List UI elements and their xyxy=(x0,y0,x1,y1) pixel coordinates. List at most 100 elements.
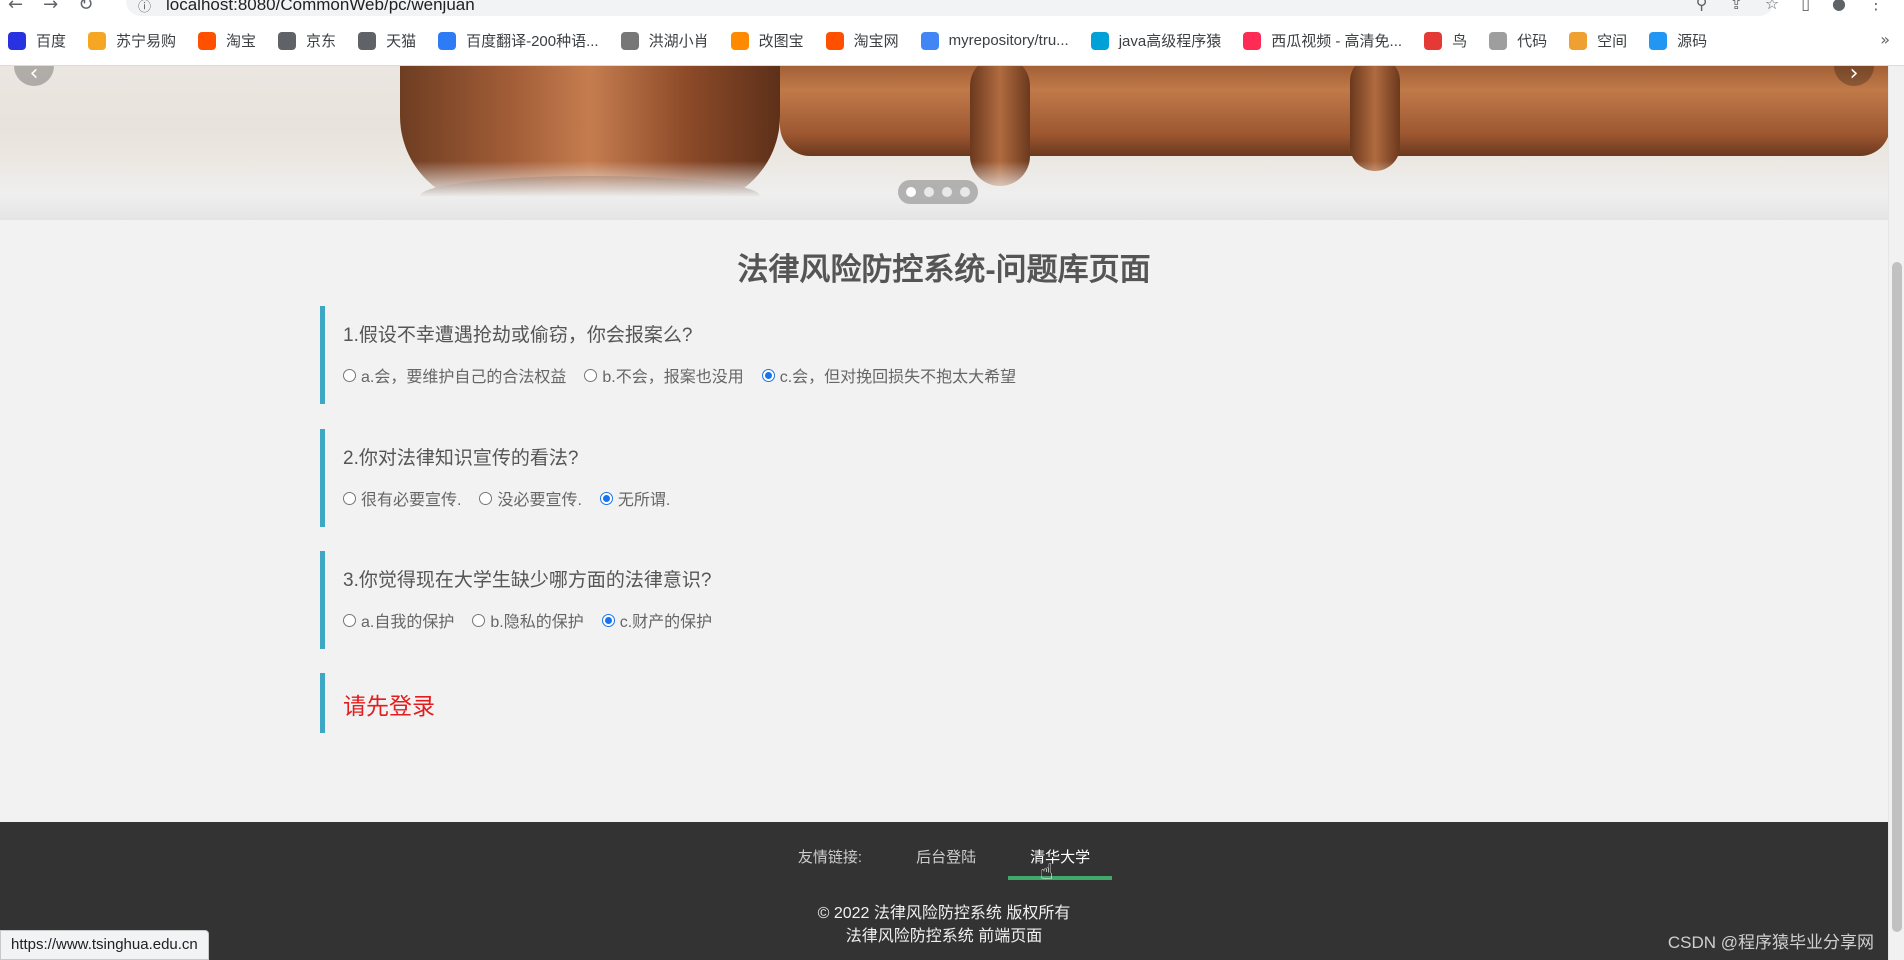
star-icon[interactable]: ☆ xyxy=(1765,0,1779,13)
question-text: 3.你觉得现在大学生缺少哪方面的法律意识? xyxy=(343,570,712,591)
share-icon[interactable]: ⇪ xyxy=(1729,0,1742,13)
bookmarks-overflow-icon[interactable]: » xyxy=(1880,30,1890,49)
footer-link-admin-login[interactable]: 后台登陆 xyxy=(916,846,976,867)
question-options: 很有必要宣传. 没必要宣传. 无所谓. xyxy=(343,486,1320,510)
answer-option[interactable]: c.财产的保护 xyxy=(601,608,713,632)
bookmark-favicon-icon xyxy=(1569,31,1588,50)
radio-button[interactable] xyxy=(599,491,613,505)
bookmark-favicon-icon xyxy=(1424,31,1443,50)
bookmark-favicon-icon xyxy=(920,31,939,50)
bookmark-label: 空间 xyxy=(1597,33,1628,50)
login-prompt-link[interactable]: 请先登录 xyxy=(343,687,435,721)
bookmark-item[interactable]: 改图宝 xyxy=(730,30,804,51)
carousel-dot[interactable] xyxy=(942,187,952,197)
login-prompt: 请先登录 xyxy=(320,673,435,733)
bookmark-item[interactable]: 鸟 xyxy=(1424,30,1467,51)
radio-button[interactable] xyxy=(472,613,486,627)
question-options: a.会，要维护自己的合法权益 b.不会，报案也没用 c.会，但对挽回损失不抱太大希望 xyxy=(343,363,1320,387)
bookmark-label: 西瓜视频 - 高清免... xyxy=(1271,33,1403,50)
bookmark-item[interactable]: myrepository/tru... xyxy=(920,31,1069,50)
answer-option-label: c.财产的保护 xyxy=(619,614,713,631)
bookmark-label: 淘宝 xyxy=(226,33,257,50)
carousel-dot[interactable] xyxy=(924,187,934,197)
bookmark-favicon-icon xyxy=(8,31,26,50)
answer-option[interactable]: a.自我的保护 xyxy=(343,608,454,632)
question-1: 1.假设不幸遭遇抢劫或偷窃，你会报案么? a.会，要维护自己的合法权益 b.不会，… xyxy=(320,306,1320,404)
address-bar[interactable]: ⓘ localhost:8080/CommonWeb/pc/wenjuan xyxy=(126,0,1774,16)
page-scrollbar[interactable] xyxy=(1888,66,1904,960)
bookmark-favicon-icon xyxy=(620,31,639,50)
radio-button[interactable] xyxy=(584,368,598,382)
answer-option-label: a.自我的保护 xyxy=(361,614,455,631)
radio-button[interactable] xyxy=(761,368,775,382)
bookmark-item[interactable]: 天猫 xyxy=(358,30,416,51)
bookmark-item[interactable]: 空间 xyxy=(1569,30,1627,51)
question-options: a.自我的保护 b.隐私的保护 c.财产的保护 xyxy=(343,608,1320,632)
bookmark-item[interactable]: 源码 xyxy=(1649,30,1707,51)
radio-button[interactable] xyxy=(343,613,356,627)
pointer-cursor-icon: ☝ xyxy=(1040,860,1054,885)
answer-option-label: 没必要宣传. xyxy=(497,492,582,509)
answer-option-label: b.不会，报案也没用 xyxy=(602,369,744,386)
radio-button[interactable] xyxy=(343,368,356,382)
radio-button[interactable] xyxy=(343,491,356,505)
bookmark-favicon-icon xyxy=(825,31,844,50)
address-url[interactable]: localhost:8080/CommonWeb/pc/wenjuan xyxy=(166,0,475,15)
watermark: CSDN @程序猿毕业分享网 xyxy=(1667,933,1874,952)
bookmark-item[interactable]: 百度翻译-200种语... xyxy=(438,30,599,51)
forward-icon[interactable]: → xyxy=(43,0,58,15)
bookmark-label: 淘宝网 xyxy=(853,33,899,50)
radio-button[interactable] xyxy=(479,491,493,505)
answer-option[interactable]: a.会，要维护自己的合法权益 xyxy=(343,363,566,387)
carousel-dot[interactable] xyxy=(906,187,916,197)
answer-option[interactable]: c.会，但对挽回损失不抱太大希望 xyxy=(761,363,1016,387)
bookmark-favicon-icon xyxy=(1649,31,1668,50)
footer: 友情链接: 后台登陆 清华大学 ☝ © 2022 法律风险防控系统 版权所有 法… xyxy=(0,822,1888,960)
question-text: 2.你对法律知识宣传的看法? xyxy=(343,448,579,469)
copyright-text: © 2022 法律风险防控系统 版权所有 xyxy=(817,905,1071,922)
answer-option-label: b.隐私的保护 xyxy=(490,614,584,631)
question-3: 3.你觉得现在大学生缺少哪方面的法律意识? a.自我的保护 b.隐私的保护 c.财产… xyxy=(320,551,1320,649)
footer-links: 友情链接: 后台登陆 清华大学 xyxy=(0,846,1888,880)
bookmark-favicon-icon xyxy=(278,31,297,50)
answer-option[interactable]: 无所谓. xyxy=(599,486,670,510)
reload-icon[interactable]: ↻ xyxy=(78,0,93,15)
answer-option[interactable]: b.隐私的保护 xyxy=(472,608,584,632)
bookmark-item[interactable]: 百度 xyxy=(8,30,66,51)
browser-toolbar: ← → ↻ ⓘ localhost:8080/CommonWeb/pc/wenj… xyxy=(0,0,1904,16)
scrollbar-thumb[interactable] xyxy=(1892,262,1902,932)
answer-option-label: a.会，要维护自己的合法权益 xyxy=(361,369,567,386)
radio-button[interactable] xyxy=(601,613,615,627)
footer-subtitle: 法律风险防控系统 前端页面 xyxy=(845,928,1043,945)
answer-option[interactable]: 很有必要宣传. xyxy=(343,486,461,510)
bookmark-item[interactable]: 淘宝网 xyxy=(825,30,899,51)
back-icon[interactable]: ← xyxy=(8,0,23,15)
profile-icon[interactable]: ● xyxy=(1832,0,1846,13)
bookmark-label: 百度 xyxy=(36,33,67,50)
bookmark-item[interactable]: 苏宁易购 xyxy=(88,30,176,51)
carousel-dot[interactable] xyxy=(960,187,970,197)
bookmark-item[interactable]: java高级程序猿 xyxy=(1090,30,1221,51)
bookmark-label: 代码 xyxy=(1517,33,1548,50)
bookmark-label: myrepository/tru... xyxy=(948,32,1069,49)
bookmark-item[interactable]: 西瓜视频 - 高清免... xyxy=(1243,30,1402,51)
bookmark-label: 鸟 xyxy=(1452,33,1468,50)
bookmark-item[interactable]: 代码 xyxy=(1489,30,1547,51)
carousel-indicators xyxy=(898,180,978,204)
bookmark-label: 天猫 xyxy=(386,33,417,50)
zoom-icon[interactable]: ⚲ xyxy=(1696,0,1708,13)
bookmark-favicon-icon xyxy=(730,31,749,50)
bookmark-favicon-icon xyxy=(438,31,457,50)
bookmark-label: 源码 xyxy=(1677,33,1708,50)
bookmark-item[interactable]: 淘宝 xyxy=(198,30,256,51)
answer-option[interactable]: b.不会，报案也没用 xyxy=(584,363,744,387)
answer-option[interactable]: 没必要宣传. xyxy=(479,486,582,510)
status-bar-url: https://www.tsinghua.edu.cn xyxy=(0,930,209,960)
site-info-icon[interactable]: ⓘ xyxy=(138,0,151,15)
bookmark-item[interactable]: 京东 xyxy=(278,30,336,51)
answer-option-label: 很有必要宣传. xyxy=(361,492,462,509)
bookmark-item[interactable]: 洪湖小肖 xyxy=(620,30,709,51)
menu-icon[interactable]: ⋮ xyxy=(1868,0,1884,13)
carousel-prev-icon[interactable]: ‹ xyxy=(14,66,54,86)
sidepanel-icon[interactable]: ▯ xyxy=(1801,0,1810,13)
